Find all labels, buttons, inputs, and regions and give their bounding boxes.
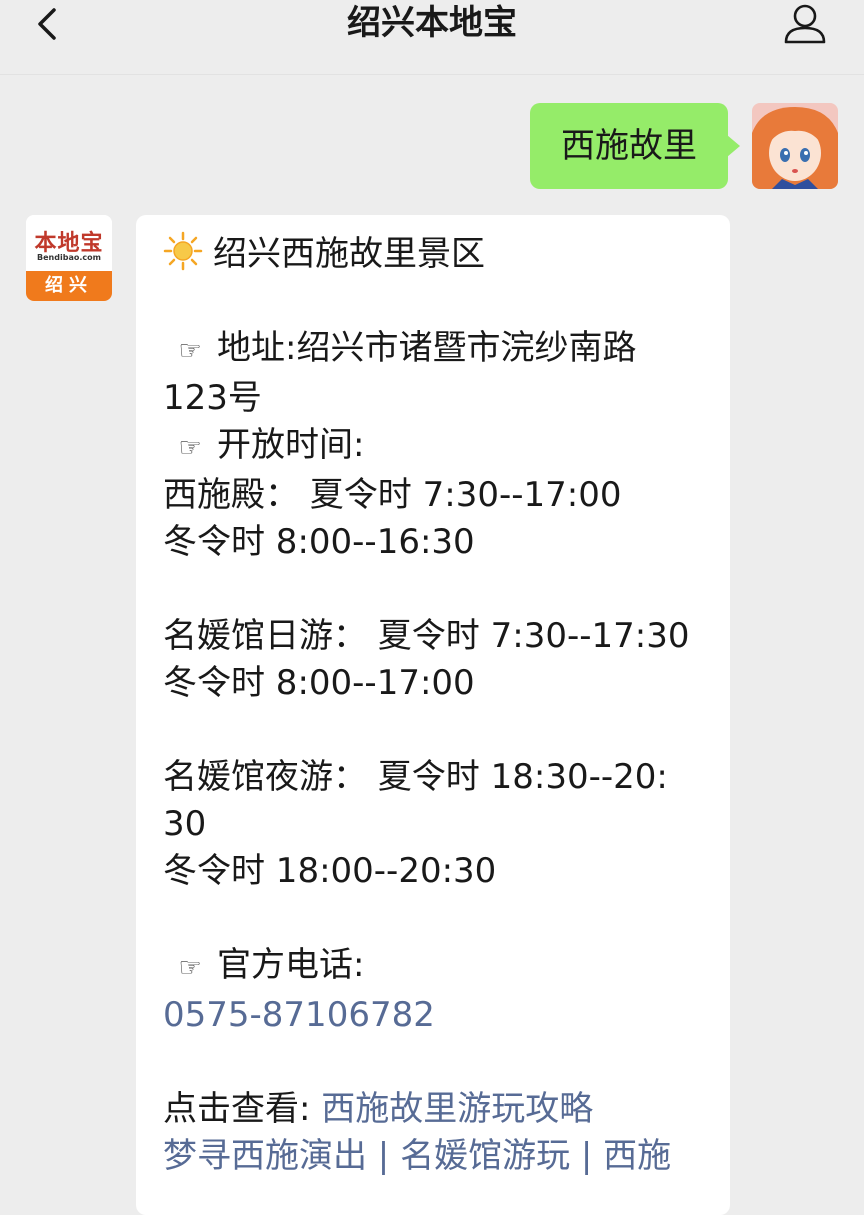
logo-url: Bendibao.com xyxy=(37,253,101,262)
anime-girl-avatar-image xyxy=(752,103,838,189)
bot-avatar[interactable]: 本地宝 Bendibao.com 绍兴 xyxy=(26,215,112,301)
address-line: ☞ 地址:绍兴市诸暨市浣纱南路 xyxy=(163,325,710,375)
user-avatar[interactable] xyxy=(752,103,838,189)
see-more-label: 点击查看: xyxy=(163,1089,311,1129)
more-links[interactable]: 梦寻西施演出 | 名媛馆游玩 | 西施 xyxy=(163,1133,710,1180)
pointing-hand-icon: ☞ xyxy=(178,433,202,463)
pointing-hand-icon: ☞ xyxy=(178,953,202,983)
hours-line: ☞ 开放时间: xyxy=(163,422,710,472)
phone-label: 官方电话: xyxy=(217,945,365,985)
hours-label: 开放时间: xyxy=(217,425,365,465)
see-more-line: 点击查看: 西施故里游玩攻略 xyxy=(163,1086,710,1133)
page-title: 绍兴本地宝 xyxy=(347,3,517,43)
top-bar: 绍兴本地宝 xyxy=(0,0,864,75)
phone-line: ☞ 官方电话: xyxy=(163,942,710,992)
xishi-hall-hours: 西施殿： 夏令时 7:30--17:00 xyxy=(163,475,622,515)
day-tour-winter-hours: 冬令时 8:00--17:00 xyxy=(163,663,475,703)
night-tour-winter-hours: 冬令时 18:00--20:30 xyxy=(163,851,497,891)
pointing-hand-icon: ☞ xyxy=(178,336,202,366)
day-tour-hours: 名媛馆日游： 夏令时 7:30--17:30 xyxy=(163,616,690,656)
sun-icon xyxy=(163,231,203,271)
guide-link[interactable]: 西施故里游玩攻略 xyxy=(321,1089,593,1129)
chat-area: 西施故里 本地宝 Bendibao.com 绍兴 绍兴西施故里景区 ☞ 地址:绍… xyxy=(0,75,864,1215)
reply-title-line: 绍兴西施故里景区 xyxy=(163,231,710,278)
night-tour-hours-cont: 30 xyxy=(163,804,207,844)
reply-title: 绍兴西施故里景区 xyxy=(213,234,485,274)
phone-link[interactable]: 0575-87106782 xyxy=(163,992,710,1039)
sent-message-bubble[interactable]: 西施故里 xyxy=(530,103,740,189)
xishi-hall-winter-hours: 冬令时 8:00--16:30 xyxy=(163,522,475,562)
night-tour-hours: 名媛馆夜游： 夏令时 18:30--20: xyxy=(163,757,668,797)
logo-city: 绍兴 xyxy=(26,271,112,301)
user-icon[interactable] xyxy=(782,2,828,46)
address-cont: 123号 xyxy=(163,378,262,418)
address-label: 地址: xyxy=(217,328,297,368)
address-value: 绍兴市诸暨市浣纱南路 xyxy=(296,328,637,368)
reply-message-bubble[interactable]: 绍兴西施故里景区 ☞ 地址:绍兴市诸暨市浣纱南路 123号 ☞ 开放时间: 西施殿：… xyxy=(136,215,730,1215)
